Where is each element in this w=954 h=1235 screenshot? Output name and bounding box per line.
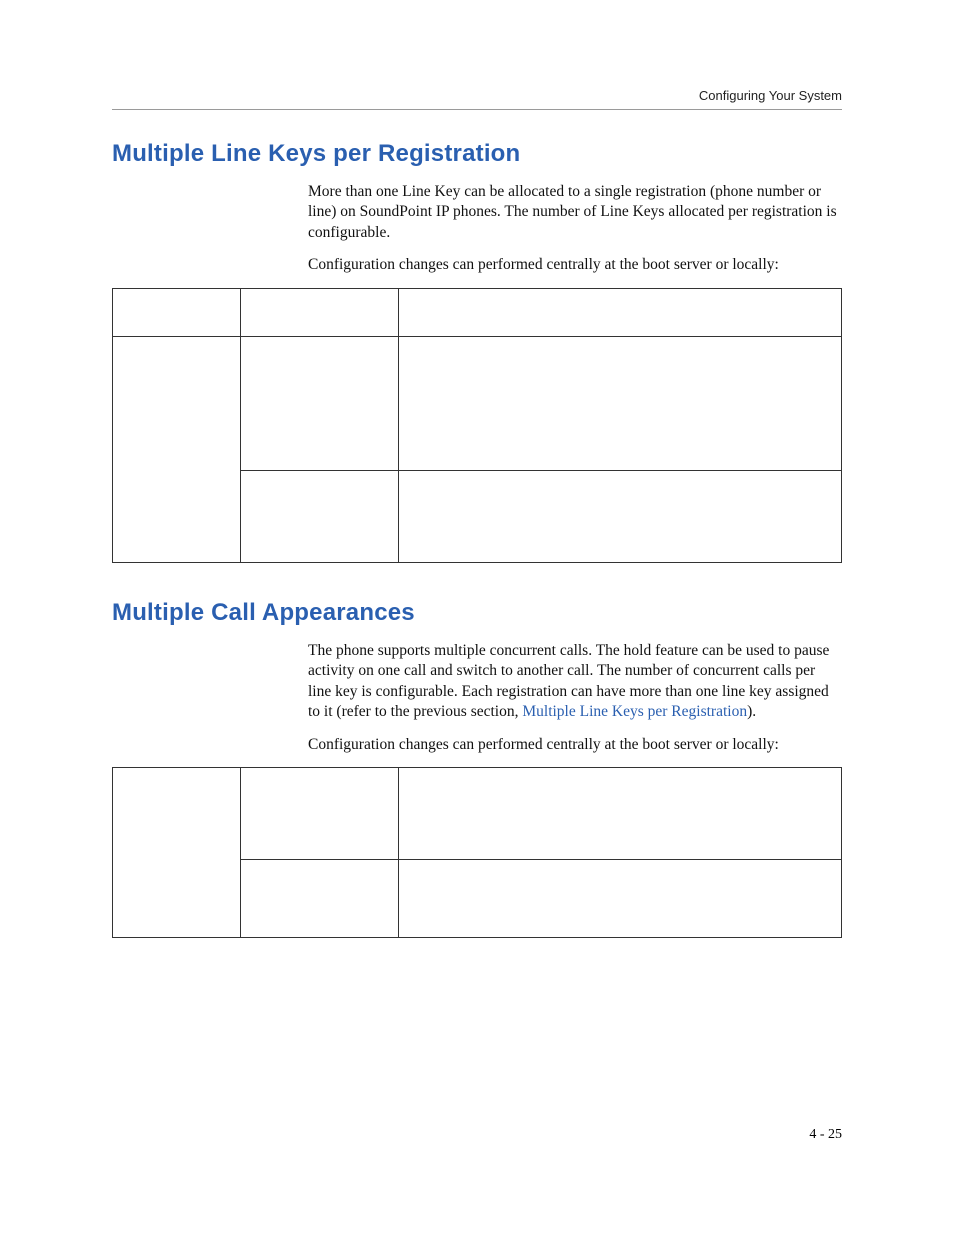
table-cell xyxy=(399,288,842,336)
table-cell xyxy=(399,470,842,562)
table-cell xyxy=(241,288,399,336)
table-cell xyxy=(113,288,241,336)
para-s2-1: The phone supports multiple concurrent c… xyxy=(308,641,840,723)
heading-multiple-call-appearances: Multiple Call Appearances xyxy=(112,599,842,627)
table-cell xyxy=(241,768,399,860)
table-row xyxy=(113,336,842,470)
table-cell xyxy=(241,470,399,562)
page: Configuring Your System Multiple Line Ke… xyxy=(0,0,954,1235)
xref-multiple-line-keys[interactable]: Multiple Line Keys per Registration xyxy=(522,703,747,720)
table-cell xyxy=(113,336,241,562)
table-cell xyxy=(399,768,842,860)
table-cell xyxy=(399,336,842,470)
table-cell xyxy=(241,336,399,470)
body-column-1: More than one Line Key can be allocated … xyxy=(308,182,840,276)
section-multiple-line-keys: Multiple Line Keys per Registration More… xyxy=(112,140,842,563)
page-number: 4 - 25 xyxy=(809,1127,842,1143)
table-cell xyxy=(399,860,842,938)
table-cell xyxy=(241,860,399,938)
config-table-1 xyxy=(112,288,842,563)
para-s2-2: Configuration changes can performed cent… xyxy=(308,735,840,755)
running-head: Configuring Your System xyxy=(112,88,842,103)
table-cell xyxy=(113,768,241,938)
body-column-2: The phone supports multiple concurrent c… xyxy=(308,641,840,755)
table-row xyxy=(113,768,842,860)
para-s1-1: More than one Line Key can be allocated … xyxy=(308,182,840,243)
para-s1-2: Configuration changes can performed cent… xyxy=(308,255,840,275)
para-s2-1b: ). xyxy=(747,703,756,720)
heading-multiple-line-keys: Multiple Line Keys per Registration xyxy=(112,140,842,168)
section-multiple-call-appearances: Multiple Call Appearances The phone supp… xyxy=(112,599,842,938)
config-table-2 xyxy=(112,767,842,938)
table-row xyxy=(113,288,842,336)
header-rule xyxy=(112,109,842,110)
